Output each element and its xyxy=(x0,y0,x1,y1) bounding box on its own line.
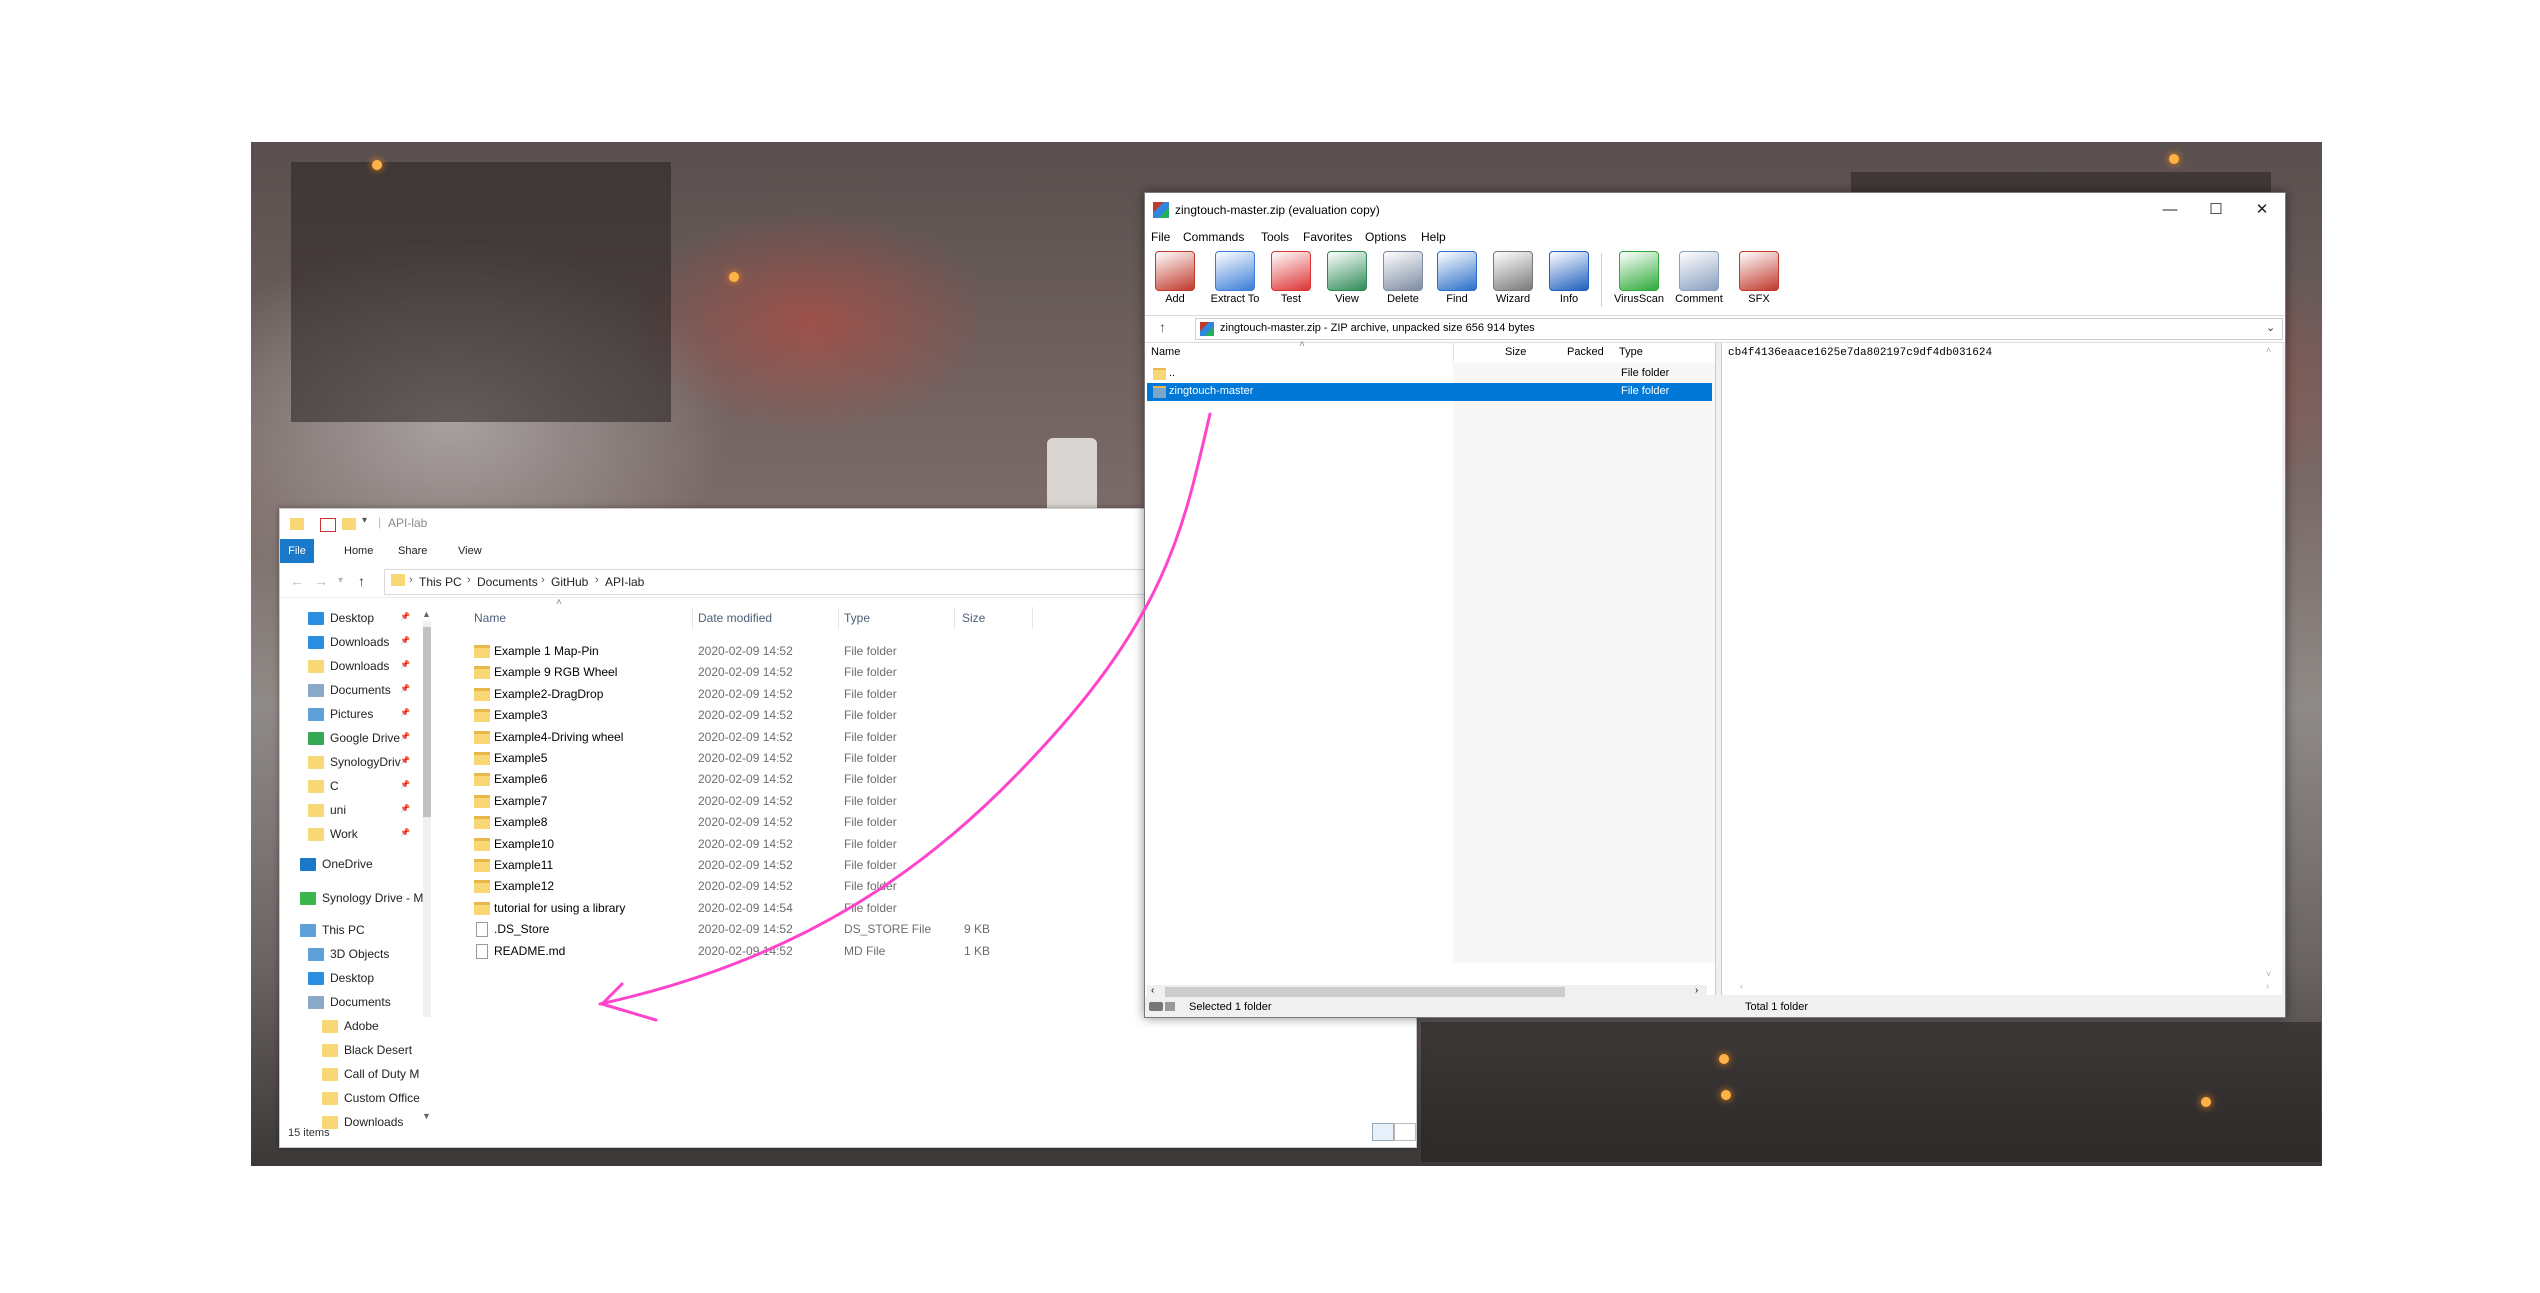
drag-arrow-annotation xyxy=(598,412,1212,1022)
drag-arrow-path xyxy=(598,412,1212,1006)
